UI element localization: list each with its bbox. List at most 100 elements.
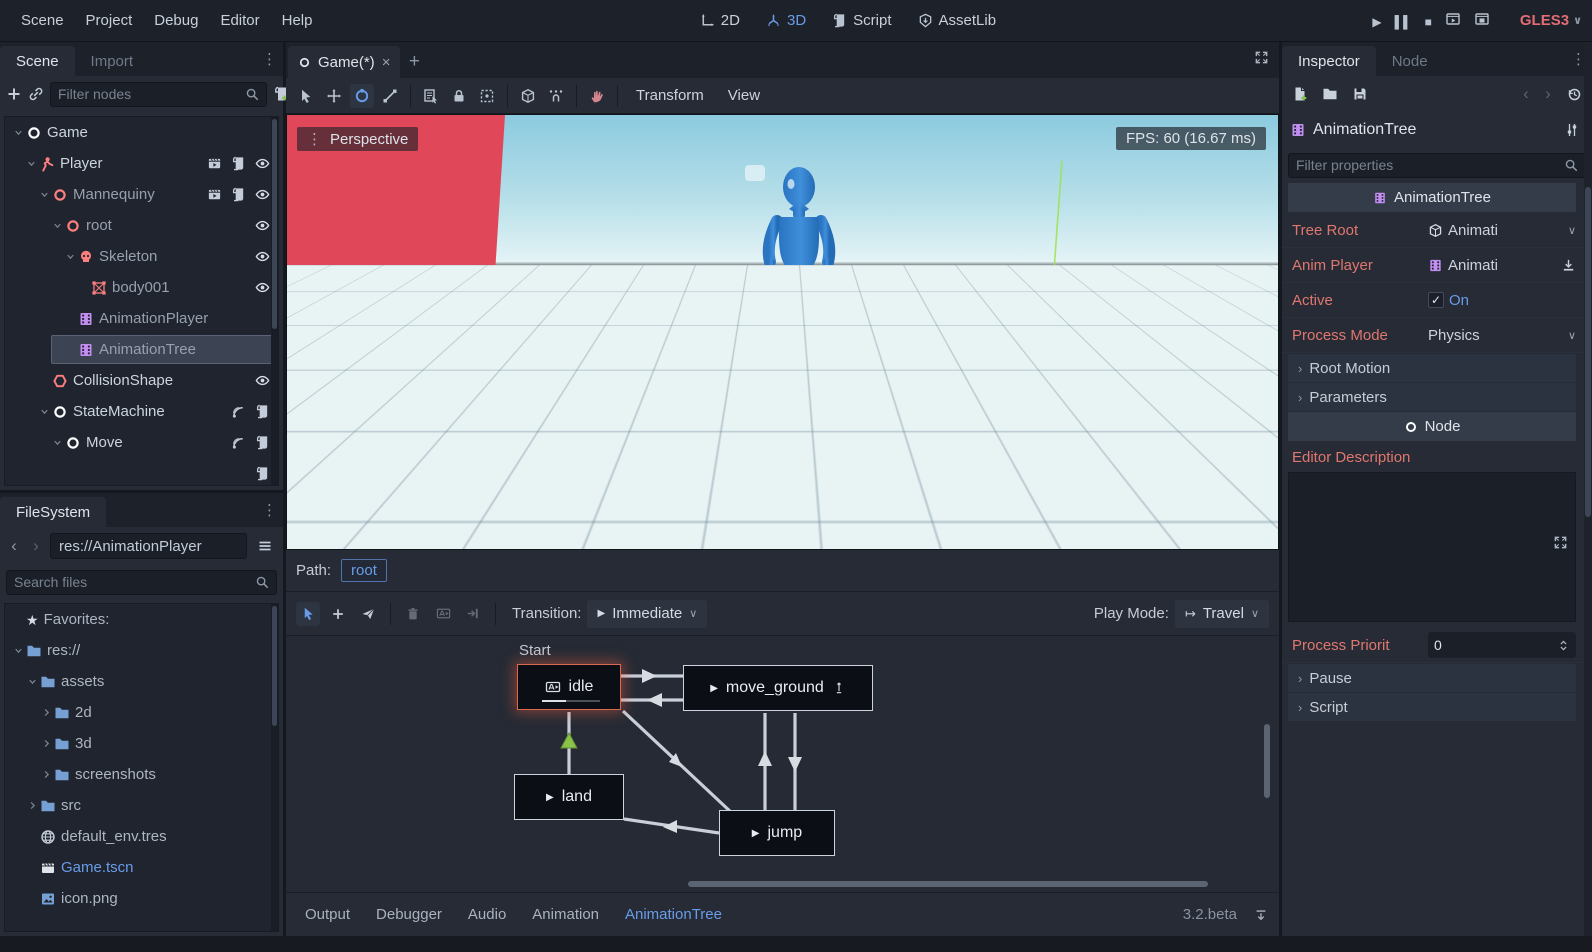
workspace-3d[interactable]: 3D [766, 12, 806, 29]
bottom-panel-tab-output[interactable]: Output [292, 906, 363, 923]
eye-icon[interactable] [255, 156, 270, 171]
select-tool[interactable] [294, 84, 318, 108]
property-value[interactable]: Animati [1428, 257, 1576, 274]
menu-debug[interactable]: Debug [143, 12, 209, 29]
tree-collapse-icon[interactable] [50, 437, 65, 448]
new-scene-tab-button[interactable]: + [400, 46, 428, 78]
graph-vscrollbar[interactable] [1264, 724, 1270, 798]
scene-tab-scene[interactable]: Scene [0, 46, 75, 76]
distraction-free-icon[interactable] [1254, 50, 1269, 65]
state-node-jump[interactable]: ▶jump [719, 810, 835, 856]
scene-tree-row[interactable] [5, 458, 278, 486]
sm-end-node-button[interactable] [461, 602, 485, 626]
instance-scene-button[interactable] [28, 82, 44, 106]
filesystem-display-mode-button[interactable] [253, 534, 277, 558]
tree-collapse-icon[interactable] [37, 406, 52, 417]
menu-project[interactable]: Project [75, 12, 144, 29]
tree-expand-icon[interactable] [25, 800, 40, 811]
filter-nodes-input[interactable] [58, 86, 239, 102]
bottom-panel-tab-audio[interactable]: Audio [455, 906, 519, 923]
inspector-tab-inspector[interactable]: Inspector [1282, 46, 1376, 76]
bottom-panel-tab-animation[interactable]: Animation [519, 906, 612, 923]
renderer-selector[interactable]: GLES3 ∨ [1520, 12, 1582, 29]
property-value[interactable]: ✓On [1428, 292, 1576, 309]
scene-tab-game[interactable]: Game(*) × [288, 46, 400, 78]
play-state-icon[interactable]: ▶ [546, 792, 554, 803]
property-value[interactable]: Physics∨ [1428, 327, 1576, 344]
3d-viewport[interactable]: ⋮ Perspective FPS: 60 (16.67 ms) [286, 114, 1279, 550]
signal-icon[interactable] [231, 404, 246, 419]
scene-tree-row-animationplayer[interactable]: AnimationPlayer [5, 303, 278, 334]
filesystem-row-screenshots[interactable]: screenshots [5, 759, 278, 790]
object-tools-button[interactable] [1560, 118, 1584, 142]
filesystem-row-iconpng[interactable]: icon.png [5, 883, 278, 914]
tree-collapse-icon[interactable] [37, 189, 52, 200]
filter-properties-input[interactable] [1296, 157, 1558, 173]
eye-icon[interactable] [255, 187, 270, 202]
filesystem-row-gametscn[interactable]: Game.tscn [5, 852, 278, 883]
history-forward-icon[interactable]: › [28, 536, 44, 556]
sm-connect-tool[interactable] [356, 602, 380, 626]
filesystem-path[interactable]: res://AnimationPlayer [50, 533, 247, 559]
add-node-button[interactable] [6, 82, 22, 106]
snap-toggle[interactable] [544, 84, 568, 108]
inspector-tab-node[interactable]: Node [1376, 46, 1444, 76]
sm-delete-button[interactable] [401, 602, 425, 626]
lock-button[interactable] [447, 84, 471, 108]
close-icon[interactable]: × [382, 54, 391, 71]
pause-button[interactable]: ▌▌ [1395, 13, 1412, 29]
process-priority-spinner[interactable]: 0 [1428, 632, 1576, 658]
save-resource-button[interactable] [1348, 82, 1372, 106]
script-icon[interactable] [231, 187, 246, 202]
sm-select-tool[interactable] [296, 602, 320, 626]
movie-icon[interactable] [207, 187, 222, 202]
scene-tree-row-player[interactable]: Player [5, 148, 278, 179]
chevron-down-icon[interactable]: ∨ [1568, 329, 1576, 342]
play-scene-button[interactable] [1445, 11, 1461, 30]
menu-help[interactable]: Help [271, 12, 324, 29]
bottom-panel-tab-animationtree[interactable]: AnimationTree [612, 906, 735, 923]
state-node-move_ground[interactable]: ▶move_ground [683, 665, 873, 711]
tree-collapse-icon[interactable] [25, 676, 40, 687]
statemachine-graph[interactable]: Start idle▶move_ground▶land▶jump [286, 636, 1279, 892]
play-custom-scene-button[interactable] [1474, 11, 1490, 30]
camera-override-toggle[interactable] [585, 84, 609, 108]
inspector-category-node[interactable]: Node [1288, 412, 1576, 441]
inspector-group-pause[interactable]: ›Pause [1288, 664, 1576, 692]
tree-collapse-icon[interactable] [11, 645, 26, 656]
script-icon[interactable] [231, 156, 246, 171]
filesystem-row-assets[interactable]: assets [5, 666, 278, 697]
property-value[interactable]: Animati∨ [1428, 222, 1576, 239]
eye-icon[interactable] [255, 249, 270, 264]
inspector-category-animationtree[interactable]: AnimationTree [1288, 183, 1576, 212]
search-files-input[interactable] [14, 574, 249, 590]
tree-expand-icon[interactable] [39, 738, 54, 749]
filesystem-row-src[interactable]: src [5, 790, 278, 821]
script-icon[interactable] [255, 404, 270, 419]
workspace-script[interactable]: Script [832, 12, 891, 29]
tree-collapse-icon[interactable] [50, 220, 65, 231]
scene-tree-row-collisionshape[interactable]: CollisionShape [5, 365, 278, 396]
eye-icon[interactable] [255, 373, 270, 388]
tree-expand-icon[interactable] [39, 769, 54, 780]
local-space-toggle[interactable] [516, 84, 540, 108]
path-root-button[interactable]: root [341, 559, 387, 582]
filesystem-row-2d[interactable]: 2d [5, 697, 278, 728]
sm-create-node-tool[interactable] [326, 602, 350, 626]
inspector-group-root-motion[interactable]: ›Root Motion [1288, 354, 1576, 382]
scale-tool[interactable] [378, 84, 402, 108]
state-node-idle[interactable]: idle [517, 664, 621, 710]
workspace-assetlib[interactable]: AssetLib [918, 12, 997, 29]
script-icon[interactable] [255, 466, 270, 481]
scene-tree-row-root[interactable]: root [5, 210, 278, 241]
list-select-tool[interactable] [419, 84, 443, 108]
history-forward-icon[interactable]: › [1540, 84, 1556, 104]
move-tool[interactable] [322, 84, 346, 108]
eye-icon[interactable] [255, 218, 270, 233]
tree-expand-icon[interactable] [39, 707, 54, 718]
scene-tree-row-mannequiny[interactable]: Mannequiny [5, 179, 278, 210]
inspector-group-parameters[interactable]: ›Parameters [1288, 383, 1576, 411]
filesystem-scrollbar[interactable] [271, 604, 278, 931]
group-button[interactable] [475, 84, 499, 108]
tree-collapse-icon[interactable] [63, 251, 78, 262]
